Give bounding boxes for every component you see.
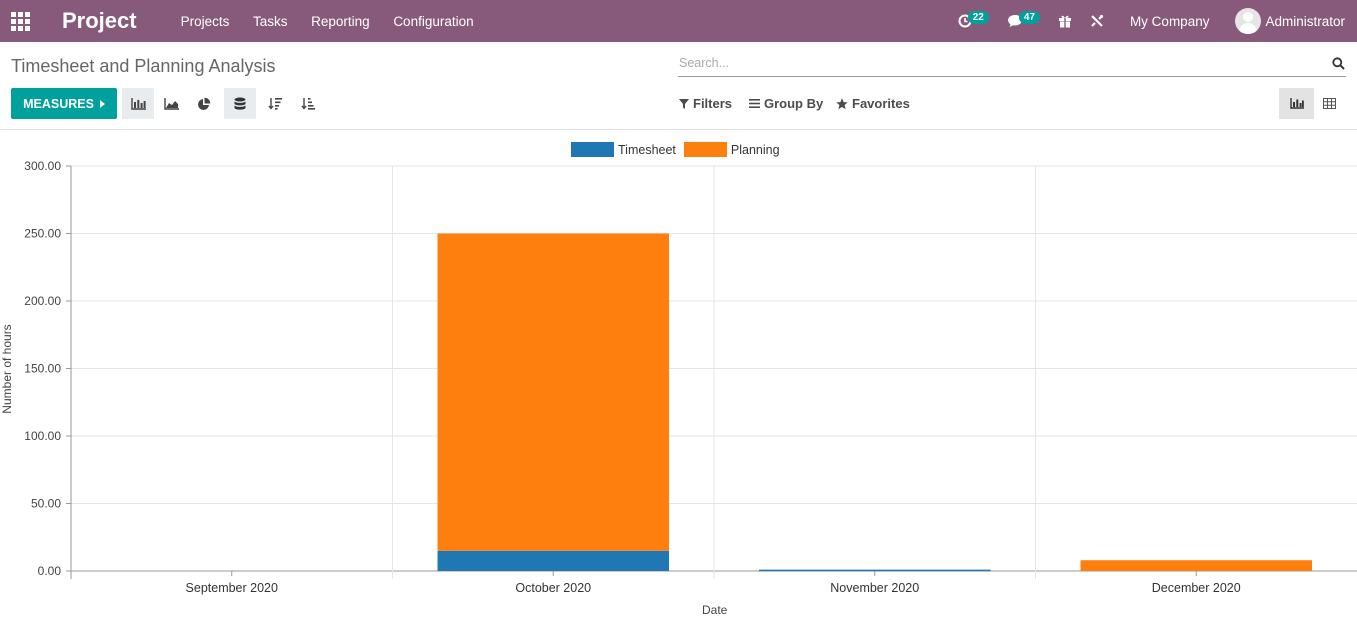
sort-amount-desc-icon xyxy=(268,98,282,110)
stacked-toggle-button[interactable] xyxy=(224,88,256,119)
menu-reporting[interactable]: Reporting xyxy=(311,14,370,29)
filter-icon xyxy=(679,98,689,109)
y-tick-label: 200.00 xyxy=(24,294,61,308)
x-tick-label: September 2020 xyxy=(186,581,278,595)
bar-timesheet[interactable] xyxy=(759,569,991,572)
pie-chart-icon xyxy=(198,97,211,110)
database-icon xyxy=(234,97,246,110)
user-avatar[interactable] xyxy=(1235,8,1262,34)
menu-configuration[interactable]: Configuration xyxy=(393,14,473,29)
systray: 22 47 My Company Administrator xyxy=(940,0,1345,42)
filters-dropdown[interactable]: Filters xyxy=(679,96,732,111)
y-tick-label: 250.00 xyxy=(24,227,61,241)
bar-timesheet[interactable] xyxy=(437,550,669,571)
y-axis-title: Number of hours xyxy=(0,324,14,414)
groupby-dropdown[interactable]: Group By xyxy=(749,96,823,111)
gift-icon xyxy=(1058,15,1071,28)
caret-right-icon xyxy=(99,99,105,108)
search-icon[interactable] xyxy=(1332,57,1345,73)
breadcrumb: Timesheet and Planning Analysis xyxy=(11,56,276,76)
bar-planning[interactable] xyxy=(437,233,669,551)
filters-label: Filters xyxy=(693,96,733,111)
sort-ascending-button[interactable] xyxy=(292,88,324,119)
line-chart-mode-button[interactable] xyxy=(155,88,187,119)
groupby-label: Group By xyxy=(764,96,824,111)
sort-descending-button[interactable] xyxy=(259,88,291,119)
sort-amount-asc-icon xyxy=(301,98,315,110)
x-tick-label: October 2020 xyxy=(515,581,591,595)
messages-count-badge: 47 xyxy=(1018,10,1040,24)
search-input[interactable] xyxy=(678,52,1318,74)
table-icon xyxy=(1323,98,1336,109)
graph-view-button[interactable] xyxy=(1279,88,1314,119)
main-menu: Projects Tasks Reporting Configuration xyxy=(181,14,494,29)
y-tick-label: 100.00 xyxy=(24,429,61,443)
x-tick-label: November 2020 xyxy=(830,581,919,595)
top-navbar: Project Projects Tasks Reporting Configu… xyxy=(0,0,1357,42)
star-icon xyxy=(836,97,848,109)
search-bar xyxy=(678,52,1346,77)
tools-icon xyxy=(1091,14,1104,27)
y-tick-label: 300.00 xyxy=(24,159,61,173)
bar-chart-icon xyxy=(1289,98,1304,109)
activity-button[interactable]: 22 xyxy=(958,10,989,28)
list-icon xyxy=(749,99,760,108)
gift-button[interactable] xyxy=(1058,14,1072,28)
x-tick-label: December 2020 xyxy=(1152,581,1241,595)
bar-chart-mode-button[interactable] xyxy=(122,88,154,119)
area-chart-icon xyxy=(163,97,179,110)
favorites-label: Favorites xyxy=(852,96,910,111)
debug-tools-button[interactable] xyxy=(1090,14,1104,28)
messages-button[interactable]: 47 xyxy=(1007,10,1040,28)
y-tick-label: 50.00 xyxy=(31,497,61,511)
bar-planning[interactable] xyxy=(1080,560,1312,571)
pie-chart-mode-button[interactable] xyxy=(188,88,220,119)
y-tick-label: 150.00 xyxy=(24,362,61,376)
measures-label: MEASURES xyxy=(23,96,94,111)
bar-chart-icon xyxy=(130,97,146,110)
menu-tasks[interactable]: Tasks xyxy=(253,14,288,29)
y-tick-label: 0.00 xyxy=(38,564,62,578)
pivot-view-button[interactable] xyxy=(1312,88,1347,119)
company-switcher[interactable]: My Company xyxy=(1130,14,1210,29)
user-menu[interactable]: Administrator xyxy=(1265,14,1345,29)
favorites-dropdown[interactable]: Favorites xyxy=(836,96,910,111)
menu-projects[interactable]: Projects xyxy=(181,14,230,29)
stacked-bar-chart: 0.00 50.00 100.00 150.00 200.00 250.00 300.00 S… xyxy=(24,159,1357,595)
app-brand[interactable]: Project xyxy=(62,8,137,34)
activity-count-badge: 22 xyxy=(967,10,989,24)
apps-menu-icon[interactable] xyxy=(0,0,40,42)
measures-button[interactable]: MEASURES xyxy=(11,88,117,119)
